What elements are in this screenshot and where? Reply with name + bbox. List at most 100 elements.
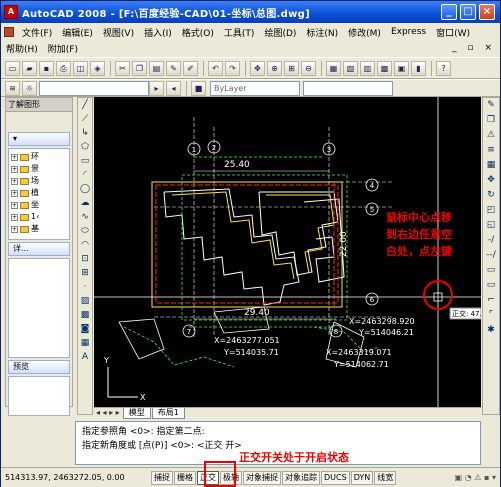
spline-icon[interactable]: ∿: [78, 210, 92, 224]
expand-icon[interactable]: +: [11, 177, 18, 185]
expand-icon[interactable]: +: [11, 213, 18, 221]
mtext-icon[interactable]: A: [78, 350, 92, 364]
menu-help[interactable]: 帮助(H): [1, 42, 43, 55]
menu-dimension[interactable]: 标注(N): [301, 26, 343, 39]
sheet-set-icon[interactable]: ▩: [377, 60, 392, 76]
tree-item[interactable]: + 坐: [11, 199, 67, 211]
tray-icons[interactable]: ▣ ◔ ⚠ ▪ ▾: [455, 473, 496, 482]
layer-manager-icon[interactable]: ≋: [5, 80, 20, 96]
match-properties-icon[interactable]: ✎: [166, 60, 181, 76]
tool-palettes-icon[interactable]: ▥: [360, 60, 375, 76]
fillet-icon[interactable]: ⌜: [483, 308, 499, 323]
menu-addins[interactable]: 附加(F): [43, 42, 83, 55]
tab-layout1[interactable]: 布局1: [151, 408, 185, 419]
publish-icon[interactable]: ◈: [90, 60, 105, 76]
tree-item[interactable]: + 基: [11, 223, 67, 235]
grid-toggle[interactable]: 栅格: [174, 470, 196, 485]
color-control-icon[interactable]: ■: [191, 80, 206, 96]
osnap-toggle[interactable]: 对象捕捉: [243, 470, 281, 485]
menu-window[interactable]: 窗口(W): [431, 26, 475, 39]
line-icon[interactable]: ╱: [78, 98, 92, 112]
layer-previous-icon[interactable]: ◂: [166, 80, 181, 96]
linetype-dropdown[interactable]: [303, 80, 393, 96]
extend-icon[interactable]: --/: [483, 248, 499, 263]
arc-icon[interactable]: ◜: [78, 168, 92, 182]
close-button[interactable]: ×: [479, 4, 495, 20]
explode-icon[interactable]: ✱: [483, 323, 499, 338]
point-icon[interactable]: ·: [78, 280, 92, 294]
table-icon[interactable]: ▦: [78, 336, 92, 350]
otrack-toggle[interactable]: 对象追踪: [282, 470, 320, 485]
zoom-realtime-icon[interactable]: ⊕: [267, 60, 282, 76]
layer-dropdown[interactable]: [39, 80, 149, 96]
calculator-icon[interactable]: ▮: [411, 60, 426, 76]
tree-item[interactable]: + 环: [11, 151, 67, 163]
paste-icon[interactable]: ▤: [149, 60, 164, 76]
cut-icon[interactable]: ✂: [115, 60, 130, 76]
menu-edit[interactable]: 编辑(E): [57, 26, 98, 39]
ellipse-arc-icon[interactable]: ◠: [78, 238, 92, 252]
menu-draw[interactable]: 绘图(D): [259, 26, 301, 39]
menu-format[interactable]: 格式(O): [177, 26, 219, 39]
expand-icon[interactable]: +: [11, 165, 18, 173]
mirror-icon[interactable]: ⚠: [483, 128, 499, 143]
bylayer-dropdown[interactable]: ByLayer: [210, 80, 300, 96]
break-icon[interactable]: ▭: [483, 263, 499, 278]
polygon-icon[interactable]: ⬠: [78, 140, 92, 154]
menu-file[interactable]: 文件(F): [17, 26, 57, 39]
scale-icon[interactable]: ◰: [483, 203, 499, 218]
menu-tools[interactable]: 工具(T): [219, 26, 260, 39]
snap-toggle[interactable]: 捕捉: [151, 470, 173, 485]
lineweight-toggle[interactable]: 线宽: [374, 470, 397, 485]
rotate-icon[interactable]: ↻: [483, 188, 499, 203]
region-icon[interactable]: ◙: [78, 322, 92, 336]
construction-line-icon[interactable]: ⟋: [78, 112, 92, 126]
tree-item[interactable]: +1‹: [11, 211, 67, 223]
menu-view[interactable]: 视图(V): [98, 26, 139, 39]
document-icon[interactable]: [4, 27, 14, 37]
panel-header-tree[interactable]: ▾: [8, 132, 70, 146]
move-icon[interactable]: ✥: [483, 173, 499, 188]
trim-icon[interactable]: -/: [483, 233, 499, 248]
copy-object-icon[interactable]: ❐: [483, 113, 499, 128]
zoom-previous-icon[interactable]: ⊖: [301, 60, 316, 76]
expand-icon[interactable]: +: [11, 153, 18, 161]
rectangle-icon[interactable]: ▭: [78, 154, 92, 168]
save-icon[interactable]: ▪: [39, 60, 54, 76]
erase-icon[interactable]: ✎: [483, 98, 499, 113]
design-center-icon[interactable]: ▧: [343, 60, 358, 76]
offset-icon[interactable]: ≡: [483, 143, 499, 158]
tab-model[interactable]: 模型: [122, 408, 151, 419]
menu-insert[interactable]: 插入(I): [139, 26, 177, 39]
markup-icon[interactable]: ▣: [394, 60, 409, 76]
autocad-app-icon[interactable]: A: [4, 5, 18, 19]
gradient-icon[interactable]: ▩: [78, 308, 92, 322]
print-icon[interactable]: ⎙: [56, 60, 71, 76]
ducs-toggle[interactable]: DUCS: [321, 470, 350, 485]
new-icon[interactable]: ▭: [5, 60, 20, 76]
redo-icon[interactable]: ↷: [225, 60, 240, 76]
layer-state-icon[interactable]: ☼: [22, 80, 37, 96]
array-icon[interactable]: ▦: [483, 158, 499, 173]
tab-nav-arrows[interactable]: ◂ ◂ ▸ ▸: [94, 408, 122, 419]
expand-icon[interactable]: +: [11, 225, 18, 233]
properties-icon[interactable]: ▦: [326, 60, 341, 76]
block-editor-icon[interactable]: ✐: [183, 60, 198, 76]
expand-icon[interactable]: +: [11, 189, 18, 197]
circle-icon[interactable]: ◯: [78, 182, 92, 196]
tree-item[interactable]: + 植: [11, 187, 67, 199]
zoom-window-icon[interactable]: ⊞: [284, 60, 299, 76]
tree-item[interactable]: + 景: [11, 163, 67, 175]
chamfer-icon[interactable]: ⌐: [483, 293, 499, 308]
drawing-canvas[interactable]: 1 2 3 4 5 6 7 8 25.40 29.40 22.00 X=2463…: [94, 97, 481, 407]
stretch-icon[interactable]: ◱: [483, 218, 499, 233]
ellipse-icon[interactable]: ⬭: [78, 224, 92, 238]
panel-link[interactable]: 了解图形: [6, 98, 72, 112]
pan-icon[interactable]: ✥: [250, 60, 265, 76]
dyn-toggle[interactable]: DYN: [350, 470, 374, 485]
expand-icon[interactable]: +: [11, 201, 18, 209]
panel-header-preview[interactable]: 预览: [8, 360, 70, 374]
undo-icon[interactable]: ↶: [208, 60, 223, 76]
make-block-icon[interactable]: ⊞: [78, 266, 92, 280]
polyline-icon[interactable]: ↳: [78, 126, 92, 140]
